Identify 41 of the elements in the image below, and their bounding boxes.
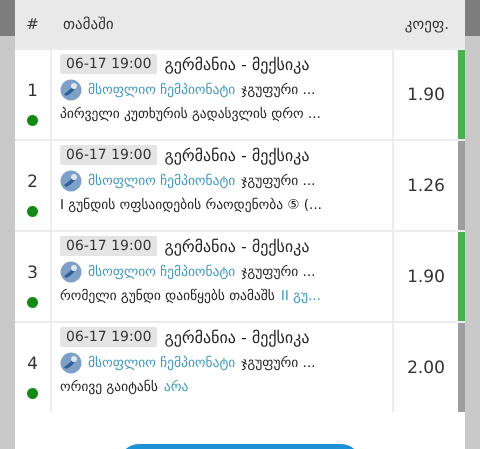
market-label: პირველი კუთხურის გადასვლის დრო ... [60,106,321,122]
ball-icon [60,352,82,374]
row-number: 4 [27,354,38,374]
status-dot [27,388,38,399]
odds-value: 2.00 [406,356,446,380]
column-header: # [25,15,40,33]
match-name: გერმანია - მექსიკა [164,146,310,164]
date-chip: 06-17 19:00 [60,236,158,256]
league-link[interactable]: მსოფლიო ჩემპიონატი [88,355,236,371]
stage-label: ჯგუფური ... [241,82,316,98]
match-name: გერმანია - მექსიკა [164,328,310,346]
odds-value: 1.26 [406,174,446,198]
ball-icon [60,170,82,192]
league-link[interactable]: მსოფლიო ჩემპიონატი [88,173,236,189]
selection-label: II გუ... [280,288,321,304]
league-link[interactable]: მსოფლიო ჩემპიონატი [88,82,236,98]
odds-value: 1.90 [406,84,446,106]
date-chip: 06-17 19:00 [60,54,158,74]
date-chip: 06-17 19:00 [60,327,158,347]
status-dot [27,206,38,217]
selection-label: არა [164,379,188,395]
match-name: გერმანია - მექსიკა [164,236,310,256]
odds-value: 1.90 [406,266,446,288]
market-label: რომელი გუნდი დაიწყებს თამაშს [60,288,275,304]
ball-icon [60,79,82,101]
market-label: I გუნდის ოფსაიდების რაოდენობა ⑤ (... [60,197,322,213]
row-number: 1 [27,81,38,101]
stage-label: ჯგუფური ... [241,355,316,371]
row-number: 3 [27,263,38,283]
column-header: თამაში [62,15,115,33]
status-dot [27,297,38,308]
column-header: კოეფ. [404,15,450,33]
match-name: გერმანია - მექსიკა [164,54,310,74]
market-label: ორივე გაიტანს [60,379,158,395]
stage-label: ჯგუფური ... [241,173,316,189]
ball-icon [60,261,82,283]
league-link[interactable]: მსოფლიო ჩემპიონატი [88,264,236,280]
date-chip: 06-17 19:00 [60,145,158,165]
row-number: 2 [27,172,38,192]
status-dot [27,115,38,126]
stage-label: ჯგუფური ... [241,264,316,280]
